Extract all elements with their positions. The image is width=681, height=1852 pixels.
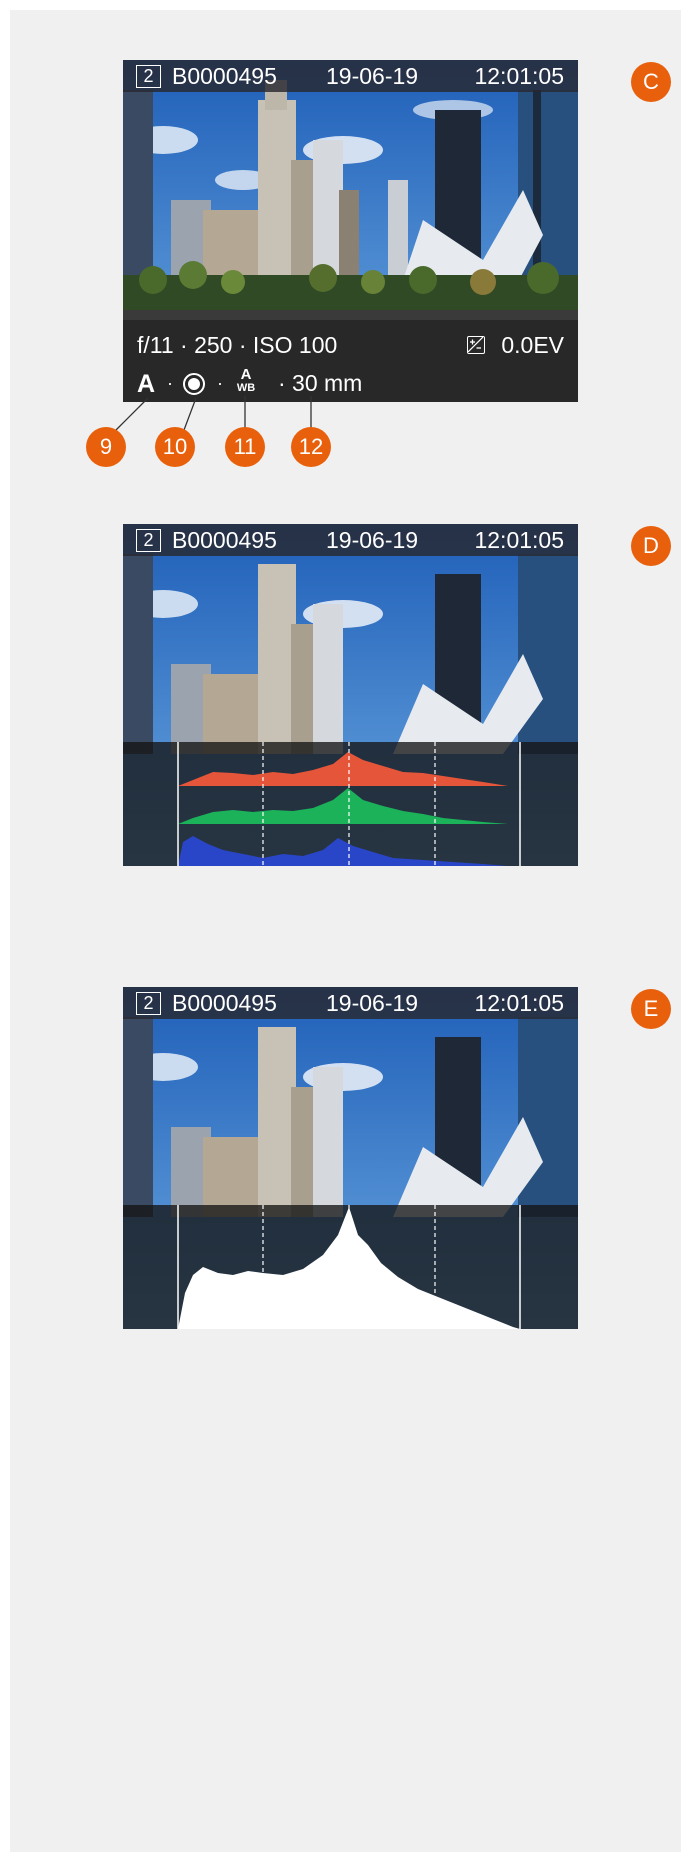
camera-screen-e: 2 B0000495 19-06-19 12:01:05 bbox=[123, 987, 578, 1329]
section-badge-d: D bbox=[631, 526, 671, 566]
file-name: B0000495 bbox=[172, 527, 277, 553]
capture-date: 19-06-19 bbox=[326, 990, 419, 1016]
capture-time: 12:01:05 bbox=[474, 990, 564, 1016]
luminance-histogram bbox=[123, 1205, 578, 1329]
callout-leaders bbox=[115, 396, 312, 431]
card-slot-indicator: 2 bbox=[136, 529, 161, 552]
callout-10: 10 bbox=[155, 427, 195, 467]
callout-12: 12 bbox=[291, 427, 331, 467]
rgb-histogram bbox=[123, 742, 578, 866]
top-info-bar: 2 B0000495 19-06-19 12:01:05 bbox=[123, 524, 578, 556]
card-slot-indicator: 2 bbox=[136, 992, 161, 1015]
section-badge-e: E bbox=[631, 989, 671, 1029]
top-info-bar: 2 B0000495 19-06-19 12:01:05 bbox=[123, 987, 578, 1019]
callout-9: 9 bbox=[86, 427, 126, 467]
file-name: B0000495 bbox=[172, 990, 277, 1016]
callout-11: 11 bbox=[225, 427, 265, 467]
capture-time: 12:01:05 bbox=[474, 527, 564, 553]
capture-date: 19-06-19 bbox=[326, 527, 419, 553]
camera-screen-d: 2 B0000495 19-06-19 12:01:05 bbox=[123, 524, 578, 866]
